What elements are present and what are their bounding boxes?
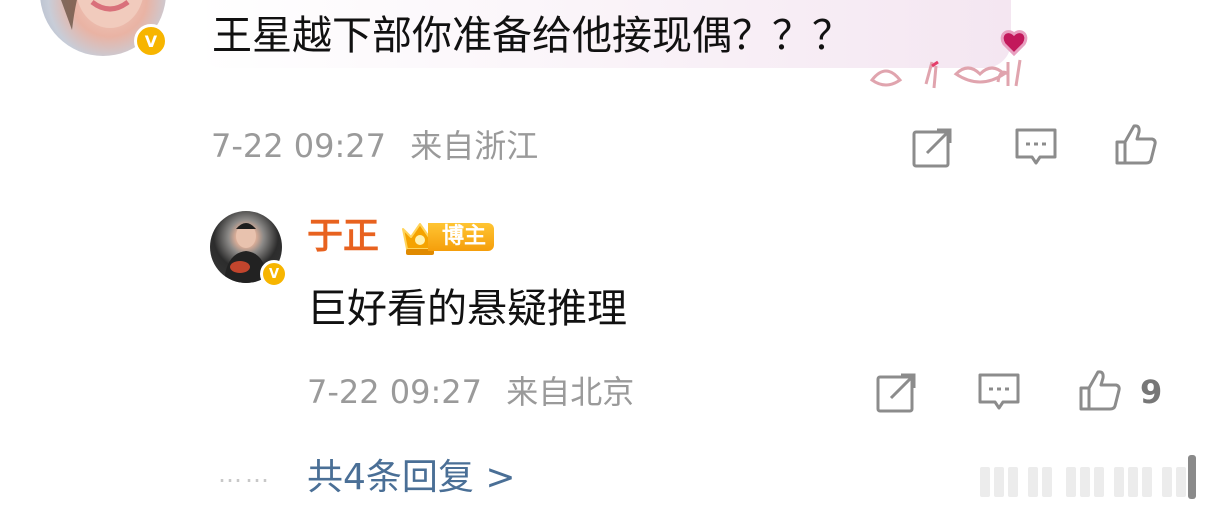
reply-share-button[interactable]: [875, 370, 919, 414]
reply-comment-button[interactable]: [977, 370, 1021, 414]
like-icon: [1079, 370, 1121, 411]
comment-button[interactable]: [1014, 125, 1058, 169]
like-count: 9: [1140, 373, 1163, 411]
reply-location: 来自北京: [506, 373, 635, 411]
verified-badge-icon: V: [134, 24, 168, 58]
reply-username[interactable]: 于正: [307, 214, 379, 260]
reply-timestamp: 7-22 09:27: [307, 373, 483, 411]
comment-text: 王星越下部你准备给他接现偶？？？: [212, 13, 852, 59]
like-button[interactable]: [1114, 122, 1158, 166]
heart-gesture-decoration-icon: [869, 30, 1028, 89]
like-icon: [1115, 124, 1157, 165]
comment-icon: [1015, 128, 1057, 165]
host-badge: 博主: [400, 219, 495, 255]
timestamp: 7-22 09:27: [211, 127, 387, 165]
scrollbar[interactable]: [1188, 455, 1196, 499]
reply-text: 巨好看的悬疑推理: [307, 286, 627, 332]
divider-dots: ……: [218, 460, 272, 488]
share-button[interactable]: [911, 125, 955, 169]
view-more-replies-link[interactable]: 共4条回复 >: [307, 455, 516, 501]
comment-icon: [978, 373, 1020, 410]
reply-verified-badge-icon: V: [260, 260, 288, 288]
comment-meta: 7-22 09:27 来自浙江: [211, 126, 538, 166]
reply-meta: 7-22 09:27 来自北京: [307, 372, 634, 412]
watermark-bars: [980, 467, 1195, 497]
host-badge-label: 博主: [428, 223, 494, 251]
share-icon: [912, 128, 952, 168]
location: 来自浙江: [410, 127, 539, 165]
share-icon: [876, 373, 916, 413]
reply-like-button[interactable]: [1078, 368, 1122, 412]
